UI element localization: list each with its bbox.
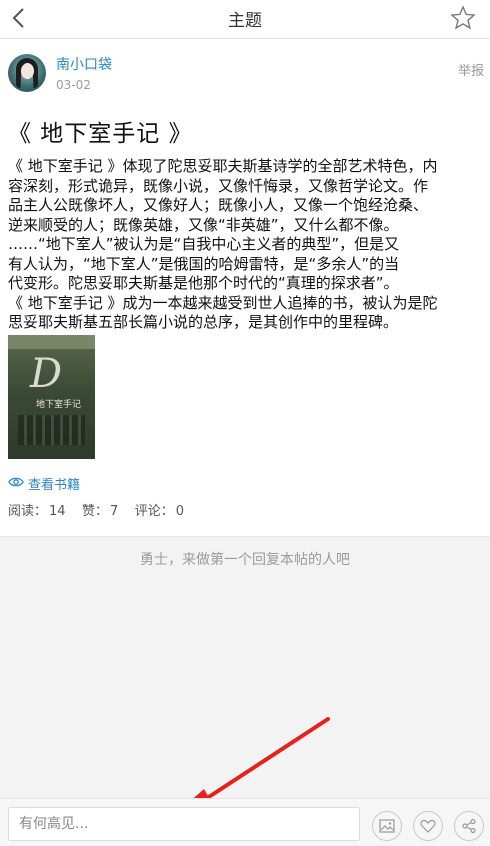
heart-icon <box>420 819 436 833</box>
like-count: 7 <box>110 504 119 519</box>
star-outline-icon[interactable] <box>450 5 476 31</box>
page-title: 主题 <box>228 11 262 31</box>
avatar[interactable] <box>8 54 46 92</box>
content-line: 思妥耶夫斯基五部长篇小说的总序，是其创作中的里程碑。 <box>8 313 399 331</box>
image-icon <box>379 819 395 833</box>
like-label: 赞： <box>81 504 108 519</box>
content-line: 容深刻，形式诡异，既像小说，又像忏悔录，又像哲学论文。作 <box>8 176 429 195</box>
eye-icon <box>8 477 24 487</box>
content-line: 代变形。陀思妥耶夫斯基是他那个时代的“真理的探求者”。 <box>8 274 399 292</box>
post-title: 《 地下室手记 》 <box>8 121 193 147</box>
content-line: ……“地下室人”被认为是“自我中心主义者的典型”，但是又 <box>8 235 400 253</box>
content-line: 品主人公既像坏人，又像好人；既像小人，又像一个饱经沧桑、 <box>8 196 429 214</box>
comment-count: 0 <box>175 504 184 519</box>
empty-replies-hint: 勇士，来做第一个回复本帖的人吧 <box>140 552 350 568</box>
post-content: 《 地下室手记 》体现了陀思妥耶夫斯基诗学的全部艺术特色，内 容深刻，形式诡异，… <box>8 157 482 333</box>
share-icon <box>462 818 476 834</box>
like-button[interactable] <box>413 811 443 841</box>
read-label: 阅读： <box>8 504 48 519</box>
content-line: 逆来顺受的人；既像英雄，又像“非英雄”，又什么都不像。 <box>8 215 399 234</box>
book-cover-letter: D <box>30 351 63 397</box>
insert-image-button[interactable] <box>372 811 402 841</box>
report-link[interactable]: 举报 <box>458 60 484 79</box>
content-line: 《 地下室手记 》成为一本越来越受到世人追捧的书，被认为是陀 <box>8 293 438 312</box>
post-stats: 阅读： 14 赞： 7 评论： 0 <box>8 500 186 519</box>
book-cover-title: 地下室手记 <box>36 400 82 410</box>
comment-label: 评论： <box>134 504 174 519</box>
content-line: 《 地下室手记 》体现了陀思妥耶夫斯基诗学的全部艺术特色，内 <box>8 157 438 175</box>
reply-list-area: 勇士，来做第一个回复本帖的人吧 <box>0 536 490 799</box>
comment-input[interactable] <box>8 807 360 841</box>
content-line: 有人认为，“地下室人”是俄国的哈姆雷特，是“多余人”的当 <box>8 254 400 273</box>
read-count: 14 <box>49 504 66 519</box>
comment-bar <box>0 798 490 846</box>
share-button[interactable] <box>454 811 484 841</box>
book-cover-image[interactable]: D 地下室手记 <box>8 335 95 459</box>
view-book-label: 查看书籍 <box>28 478 81 493</box>
post-date: 03-02 <box>56 78 91 92</box>
top-nav-bar: 主题 <box>0 0 490 39</box>
author-name[interactable]: 南小口袋 <box>56 54 112 74</box>
post-author-row: 南小口袋 03-02 举报 <box>8 52 484 96</box>
